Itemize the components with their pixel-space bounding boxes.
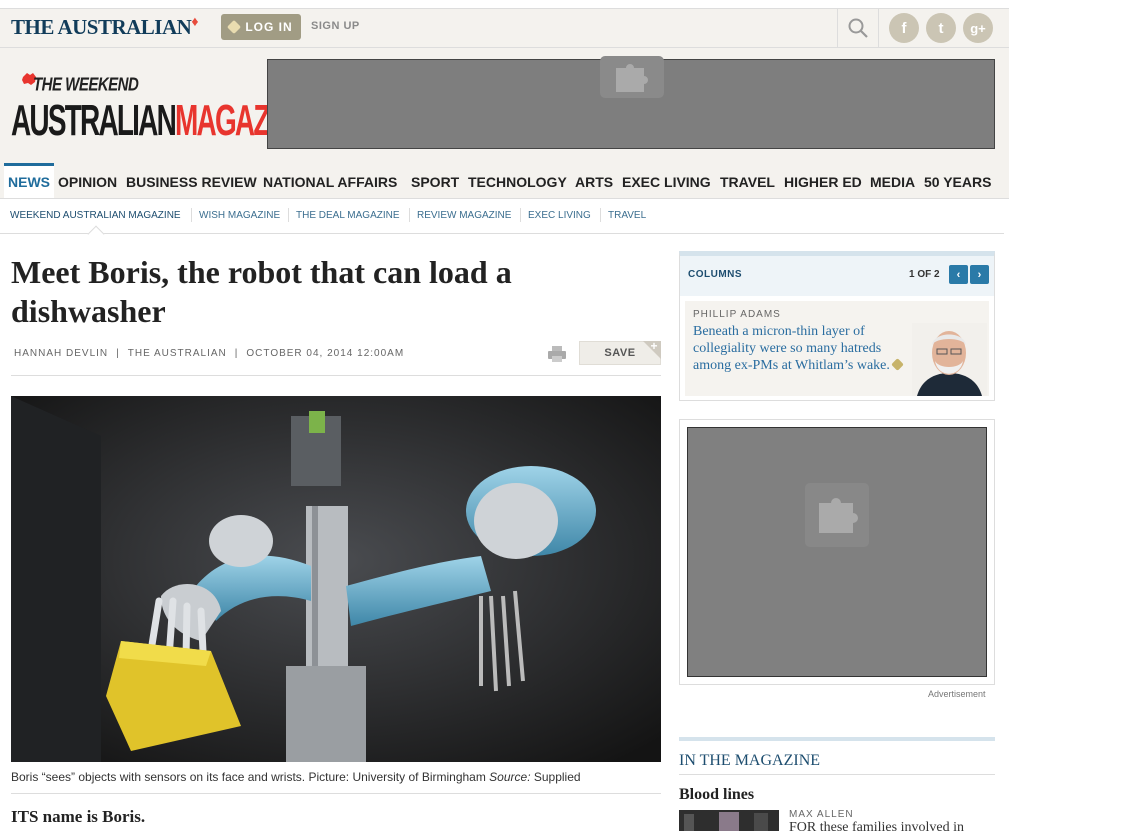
ad-placeholder: [687, 427, 987, 677]
nav-item-travel[interactable]: TRAVEL: [720, 163, 775, 198]
brand-name: THE AUSTRALIAN: [11, 15, 192, 39]
printer-icon: [548, 346, 566, 362]
signup-link[interactable]: SIGN UP: [311, 20, 360, 32]
nav-item-news[interactable]: NEWS: [4, 163, 54, 198]
active-indicator: [87, 225, 105, 243]
caption-text: Boris “sees” objects with sensors on its…: [11, 770, 490, 784]
columns-widget: COLUMNS 1 OF 2 ‹ › PHILLIP ADAMS Beneath…: [679, 251, 995, 401]
brand-logo[interactable]: THE AUSTRALIAN♦: [11, 15, 198, 40]
plus-icon: +: [650, 339, 658, 353]
sidebar-ad[interactable]: [679, 419, 995, 685]
australia-map-icon: ♦: [191, 15, 198, 30]
subnav-item-wish-magazine[interactable]: WISH MAGAZINE: [199, 210, 280, 221]
byline-separator: |: [116, 348, 120, 359]
divider: [11, 375, 661, 376]
banner-ad[interactable]: [267, 56, 995, 149]
logo-big-text: AUSTRALIANMAGAZINE: [11, 96, 312, 146]
magazine-story-title[interactable]: Blood lines: [679, 786, 754, 804]
nav-item-sport[interactable]: SPORT: [411, 163, 459, 198]
subnav-item-weekend-australian-magazine[interactable]: WEEKEND AUSTRALIAN MAGAZINE: [10, 210, 181, 221]
columns-header: COLUMNS 1 OF 2 ‹ ›: [680, 256, 994, 296]
column-teaser[interactable]: Beneath a micron-thin layer of collegial…: [693, 323, 905, 374]
nav-item-arts[interactable]: ARTS: [575, 163, 613, 198]
page: THE AUSTRALIAN♦ LOG IN SIGN UP f t g+ TH…: [0, 0, 1009, 831]
article-byline: HANNAH DEVLIN | THE AUSTRALIAN | OCTOBER 04,…: [14, 348, 412, 359]
columns-prev-button[interactable]: ‹: [949, 265, 968, 284]
columns-pager-count: 1 OF 2: [909, 269, 940, 280]
subnav-item-exec-living[interactable]: EXEC LIVING: [528, 210, 591, 221]
main-nav: NEWS OPINION BUSINESS REVIEW NATIONAL AF…: [0, 163, 1009, 199]
photo-caption: Boris “sees” objects with sensors on its…: [11, 770, 581, 784]
robot-photo-illustration: [11, 396, 661, 762]
subnav-divider: [520, 208, 521, 222]
print-button[interactable]: [547, 345, 567, 368]
publication-name: THE AUSTRALIAN: [127, 348, 227, 359]
puzzle-icon: [819, 498, 858, 533]
nav-item-technology[interactable]: TECHNOLOGY: [468, 163, 567, 198]
save-label: SAVE: [604, 347, 636, 359]
puzzle-icon: [616, 64, 648, 92]
login-button[interactable]: LOG IN: [221, 14, 301, 40]
column-card[interactable]: PHILLIP ADAMS Beneath a micron-thin laye…: [685, 301, 989, 396]
weekend-magazine-logo[interactable]: THE WEEKEND AUSTRALIANMAGAZINE: [11, 70, 312, 144]
article-headline: Meet Boris, the robot that can load a di…: [11, 254, 512, 329]
search-icon: [848, 18, 868, 38]
column-author: PHILLIP ADAMS: [693, 309, 781, 320]
subnav-divider: [409, 208, 410, 222]
nav-item-media[interactable]: MEDIA: [870, 163, 915, 198]
subnav-divider: [288, 208, 289, 222]
subnav-divider: [191, 208, 192, 222]
subnav-divider: [600, 208, 601, 222]
nav-item-higher-ed[interactable]: HIGHER ED: [784, 163, 862, 198]
article-photo[interactable]: [11, 396, 661, 762]
article-lead: ITS name is Boris.: [11, 807, 146, 826]
nav-item-50-years[interactable]: 50 YEARS: [924, 163, 991, 198]
column-teaser-text: Beneath a micron-thin layer of collegial…: [693, 324, 890, 373]
plugin-placeholder: [805, 483, 869, 547]
caption-source: Supplied: [530, 770, 581, 784]
magazine-story-thumbnail[interactable]: [679, 810, 779, 831]
columns-title: COLUMNS: [688, 269, 743, 280]
tag-icon: [891, 358, 905, 371]
nav-item-opinion[interactable]: OPINION: [58, 163, 117, 198]
subnav-item-the-deal-magazine[interactable]: THE DEAL MAGAZINE: [296, 210, 400, 221]
plugin-placeholder: [600, 56, 664, 98]
magazine-story-teaser[interactable]: FOR these families involved in: [789, 820, 964, 831]
subnav-item-travel[interactable]: TRAVEL: [608, 210, 646, 221]
facebook-icon[interactable]: f: [889, 13, 919, 43]
magazine-section-header: IN THE MAGAZINE: [679, 737, 995, 775]
logo-small-text: THE WEEKEND: [33, 74, 139, 96]
columnist-portrait-illustration: [912, 323, 987, 396]
login-label: LOG IN: [245, 20, 293, 34]
sub-nav: WEEKEND AUSTRALIAN MAGAZINE WISH MAGAZIN…: [0, 199, 1004, 243]
search-button[interactable]: [837, 9, 879, 47]
twitter-icon[interactable]: t: [926, 13, 956, 43]
tag-icon: [227, 19, 242, 35]
logo-word-australian: AUSTRALIAN: [11, 96, 177, 145]
publish-date: OCTOBER 04, 2014 12:00AM: [246, 348, 405, 359]
subnav-item-review-magazine[interactable]: REVIEW MAGAZINE: [417, 210, 511, 221]
columns-next-button[interactable]: ›: [970, 265, 989, 284]
googleplus-icon[interactable]: g+: [963, 13, 993, 43]
advertisement-label: Advertisement: [928, 689, 986, 699]
masthead: THE WEEKEND AUSTRALIANMAGAZINE: [0, 48, 1009, 163]
top-bar: THE AUSTRALIAN♦ LOG IN SIGN UP f t g+: [0, 8, 1009, 48]
top-strip: [0, 0, 1009, 8]
magazine-section-title[interactable]: IN THE MAGAZINE: [679, 752, 820, 770]
byline-separator: |: [234, 348, 239, 359]
save-button[interactable]: SAVE +: [579, 339, 661, 365]
caption-source-label: Source:: [489, 770, 531, 784]
magazine-story-author: MAX ALLEN: [789, 809, 854, 820]
nav-item-national-affairs[interactable]: NATIONAL AFFAIRS: [263, 163, 397, 198]
nav-item-exec-living[interactable]: EXEC LIVING: [622, 163, 711, 198]
author-name[interactable]: HANNAH DEVLIN: [14, 348, 108, 359]
story-thumbnail-illustration: [679, 810, 779, 831]
divider: [11, 793, 661, 794]
columnist-avatar: [912, 323, 987, 396]
nav-item-business-review[interactable]: BUSINESS REVIEW: [126, 163, 257, 198]
